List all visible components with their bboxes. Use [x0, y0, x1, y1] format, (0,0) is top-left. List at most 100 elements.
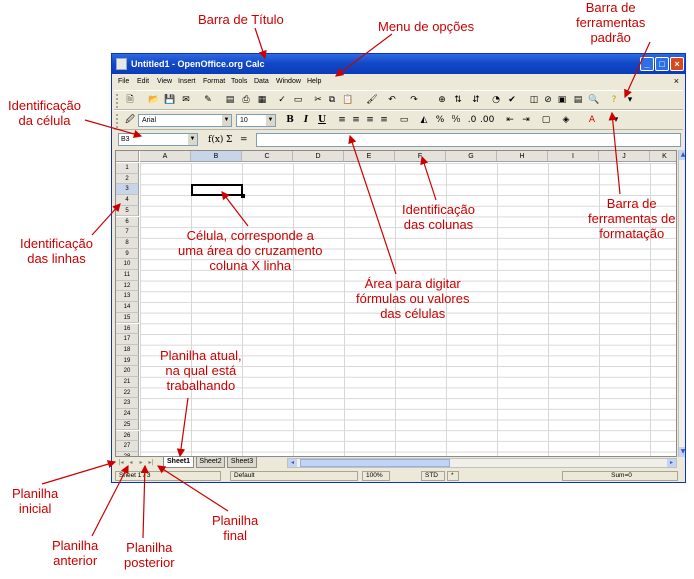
column-header-c[interactable]: C — [242, 151, 293, 162]
status-page-style[interactable]: Default — [230, 471, 358, 481]
row-header-17[interactable]: 17 — [116, 334, 139, 345]
row-header-10[interactable]: 10 — [116, 259, 139, 270]
column-header-h[interactable]: H — [497, 151, 548, 162]
column-header-a[interactable]: A — [140, 151, 191, 162]
row-header-13[interactable]: 13 — [116, 291, 139, 303]
merge-cells-icon[interactable]: ▭ — [398, 114, 410, 126]
sort-ascending-icon[interactable]: ⇅ — [452, 94, 464, 106]
column-header-e[interactable]: E — [344, 151, 395, 162]
zoom-icon[interactable]: ▤ — [572, 94, 584, 106]
menu-format[interactable]: Format — [203, 74, 225, 89]
redo-icon[interactable]: ↷ — [408, 94, 420, 106]
select-all-corner[interactable] — [116, 151, 139, 162]
menu-edit[interactable]: Edit — [137, 74, 149, 89]
zoom-icon[interactable]: 🔍 — [588, 94, 600, 106]
first-sheet-button[interactable]: |◂ — [117, 458, 125, 467]
row-header-7[interactable]: 7 — [116, 227, 139, 238]
menu-help[interactable]: Help — [307, 74, 321, 89]
hyperlink-icon[interactable]: ⊕ — [436, 94, 448, 106]
align-right-icon[interactable]: ≡ — [364, 114, 376, 126]
scroll-left-icon[interactable]: ◂ — [288, 459, 297, 467]
chevron-down-icon[interactable]: ▼ — [222, 115, 231, 126]
column-header-j[interactable]: J — [599, 151, 650, 162]
row-header-20[interactable]: 20 — [116, 366, 139, 377]
percent-icon[interactable]: % — [434, 114, 446, 126]
navigator-icon[interactable]: ◫ — [528, 94, 540, 106]
close-document-button[interactable]: × — [674, 74, 679, 89]
toolbar-overflow-icon[interactable]: ▾ — [624, 94, 636, 106]
row-header-23[interactable]: 23 — [116, 398, 139, 410]
draw-functions-icon[interactable]: ✔ — [506, 94, 518, 106]
scroll-up-icon[interactable]: ▲ — [679, 150, 685, 160]
add-decimal-icon[interactable]: .0 — [466, 114, 478, 126]
column-header-g[interactable]: G — [446, 151, 497, 162]
help-icon[interactable]: ? — [608, 94, 620, 106]
minimize-button[interactable]: _ — [640, 57, 654, 71]
gallery-icon[interactable]: ⊘ — [542, 94, 554, 106]
row-header-26[interactable]: 26 — [116, 430, 139, 442]
column-header-b[interactable]: B — [191, 151, 242, 162]
row-header-18[interactable]: 18 — [116, 344, 139, 356]
name-box[interactable]: B3 ▼ — [118, 133, 198, 146]
close-button[interactable]: × — [670, 57, 684, 71]
menu-data[interactable]: Data — [254, 74, 269, 89]
row-header-25[interactable]: 25 — [116, 419, 139, 431]
toolbar-overflow-icon[interactable]: ▾ — [610, 114, 622, 126]
delete-decimal-icon[interactable]: .00 — [480, 114, 494, 126]
scroll-thumb[interactable] — [300, 459, 450, 467]
datasources-icon[interactable]: ▣ — [556, 94, 568, 106]
copy-icon[interactable]: ⧉ — [326, 94, 338, 106]
toolbar-grip[interactable] — [116, 94, 119, 108]
row-header-24[interactable]: 24 — [116, 409, 139, 420]
scroll-down-icon[interactable]: ▼ — [679, 447, 685, 457]
row-header-8[interactable]: 8 — [116, 237, 139, 249]
row-header-11[interactable]: 11 — [116, 270, 139, 281]
row-header-1[interactable]: 1 — [116, 163, 139, 174]
column-header-d[interactable]: D — [293, 151, 344, 162]
row-header-9[interactable]: 9 — [116, 248, 139, 260]
toolbar-grip[interactable] — [116, 114, 119, 128]
edit-file-icon[interactable]: ✎ — [202, 94, 214, 106]
row-header-14[interactable]: 14 — [116, 302, 139, 313]
italic-button[interactable]: I — [300, 114, 312, 126]
row-header-16[interactable]: 16 — [116, 323, 139, 335]
cut-icon[interactable]: ✂ — [312, 94, 324, 106]
pdf-icon[interactable]: ▤ — [224, 94, 236, 106]
styles-icon[interactable]: 🖉 — [124, 114, 136, 126]
row-header-12[interactable]: 12 — [116, 280, 139, 292]
menu-file[interactable]: File — [118, 74, 129, 89]
save-icon[interactable]: 💾 — [164, 94, 176, 106]
align-left-icon[interactable]: ≡ — [336, 114, 348, 126]
menu-window[interactable]: Window — [276, 74, 301, 89]
background-color-icon[interactable]: ◈ — [560, 114, 572, 126]
decrease-indent-icon[interactable]: ⇤ — [504, 114, 516, 126]
underline-button[interactable]: U — [316, 114, 328, 126]
next-sheet-button[interactable]: ▸ — [137, 458, 145, 467]
sheet-tab-3[interactable]: Sheet3 — [227, 457, 257, 468]
bold-button[interactable]: B — [284, 114, 296, 126]
column-header-f[interactable]: F — [395, 151, 446, 162]
borders-icon[interactable]: ▢ — [540, 114, 552, 126]
equals-button[interactable]: = — [240, 134, 248, 146]
scroll-right-icon[interactable]: ▸ — [667, 459, 676, 467]
menu-insert[interactable]: Insert — [178, 74, 196, 89]
autospell-icon[interactable]: ▭ — [292, 94, 304, 106]
increase-indent-icon[interactable]: ⇥ — [520, 114, 532, 126]
open-icon[interactable]: 📂 — [148, 94, 160, 106]
menu-tools[interactable]: Tools — [231, 74, 247, 89]
row-header-21[interactable]: 21 — [116, 377, 139, 388]
sheet-tab-1[interactable]: Sheet1 — [163, 457, 194, 468]
previous-sheet-button[interactable]: ◂ — [127, 458, 135, 467]
sort-descending-icon[interactable]: ⇵ — [470, 94, 482, 106]
new-icon[interactable]: 🗎 — [124, 94, 136, 106]
row-header-15[interactable]: 15 — [116, 312, 139, 324]
formula-input[interactable] — [256, 133, 681, 147]
paste-icon[interactable]: 📋 — [342, 94, 354, 106]
status-mode[interactable]: STD — [421, 471, 445, 481]
row-header-5[interactable]: 5 — [116, 205, 139, 217]
format-paintbrush-icon[interactable]: 🖌 — [366, 94, 378, 106]
spellcheck-icon[interactable]: ✓ — [276, 94, 288, 106]
row-header-19[interactable]: 19 — [116, 355, 139, 367]
row-header-3[interactable]: 3 — [116, 184, 139, 196]
row-header-4[interactable]: 4 — [116, 195, 139, 206]
